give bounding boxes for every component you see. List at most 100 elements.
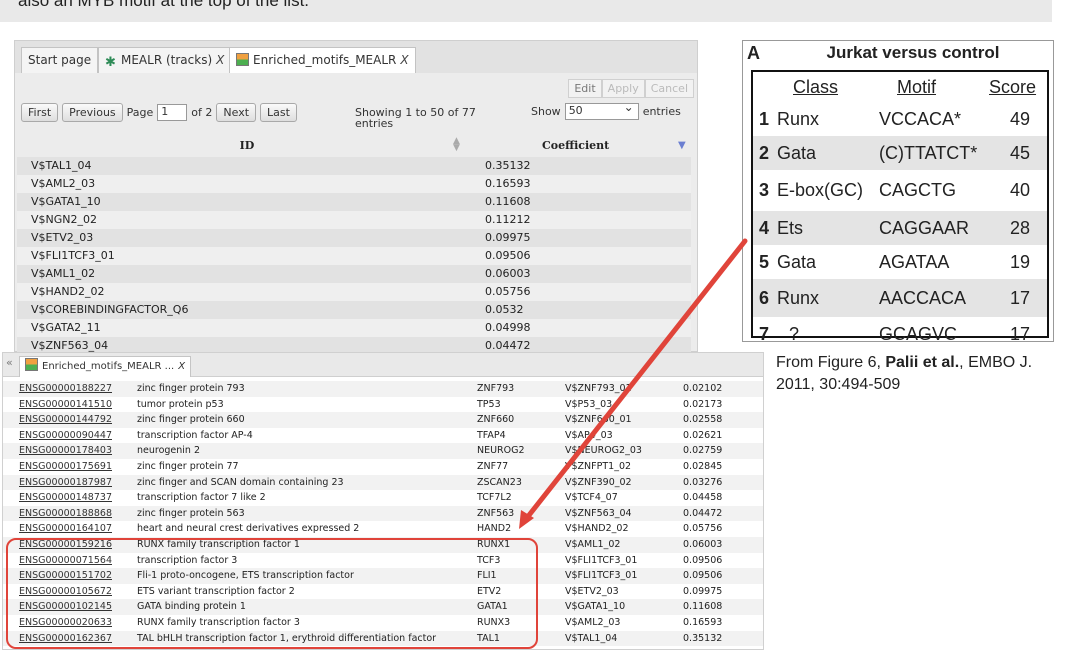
- cell-motif: V$ZNF563_04: [565, 507, 632, 519]
- ensembl-link[interactable]: ENSG00000187987: [3, 475, 137, 491]
- cell-motif: V$ZNF660_01: [565, 414, 632, 426]
- table-row[interactable]: V$NGN2_02 0.11212: [17, 211, 691, 229]
- cell-gene: ZSCAN23: [477, 476, 522, 488]
- row-number: 5: [759, 252, 770, 272]
- cell-id: V$AML1_02: [17, 265, 477, 283]
- citation: From Figure 6, Palii et al., EMBO J. 201…: [776, 352, 1066, 396]
- table-row[interactable]: ENSG00000144792 zinc finger protein 660 ZN…: [3, 412, 763, 428]
- table-row[interactable]: V$FLI1TCF3_01 0.09506: [17, 247, 691, 265]
- row-motif: (C)TTATCT*: [879, 143, 978, 163]
- entries-per-page: Show 50 entries: [531, 100, 681, 120]
- cell-motif: V$ZNF793_01: [565, 383, 632, 394]
- lower-tabbar: « Enriched_motifs_MEALR ... X: [3, 353, 763, 377]
- cell-id: V$AML2_03: [17, 175, 477, 193]
- table-row[interactable]: V$GATA2_11 0.04998: [17, 319, 691, 337]
- ensembl-link[interactable]: ENSG00000090447: [3, 428, 137, 444]
- row-score: 19: [1010, 252, 1031, 272]
- tab-enriched-motifs[interactable]: Enriched_motifs_MEALR X: [229, 47, 416, 73]
- ensembl-link[interactable]: ENSG00000148737: [3, 490, 137, 506]
- row-class: Gata: [777, 252, 817, 272]
- cell-gene: HAND2: [477, 523, 512, 535]
- cell-id: V$HAND2_02: [17, 283, 477, 301]
- spreadsheet-icon: [236, 53, 249, 66]
- tab-label: MEALR (tracks): [121, 53, 213, 67]
- cell-description: zinc finger protein 793: [137, 383, 245, 394]
- cell-coefficient: 0.16593: [683, 616, 723, 628]
- tab-start-page[interactable]: Start page: [21, 47, 99, 73]
- cell-coefficient: 0.09975: [477, 229, 691, 247]
- row-class: ?: [789, 324, 800, 344]
- next-page-button[interactable]: Next: [216, 103, 257, 122]
- table-row[interactable]: V$GATA1_10 0.11608: [17, 193, 691, 211]
- header-class: Class: [793, 77, 839, 97]
- table-row[interactable]: ENSG00000164107 heart and neural crest de…: [3, 521, 763, 537]
- page-of-label: of 2: [191, 106, 213, 119]
- cell-coefficient: 0.11608: [477, 193, 691, 211]
- cell-coefficient: 0.05756: [683, 523, 723, 535]
- table-row[interactable]: V$COREBINDINGFACTOR_Q6 0.0532: [17, 301, 691, 319]
- table-row[interactable]: V$AML2_03 0.16593: [17, 175, 691, 193]
- cell-coefficient: 0.16593: [477, 175, 691, 193]
- cell-coefficient: 0.09506: [683, 554, 723, 566]
- cell-coefficient: 0.04472: [683, 507, 723, 519]
- table-row[interactable]: V$HAND2_02 0.05756: [17, 283, 691, 301]
- last-page-button[interactable]: Last: [260, 103, 297, 122]
- ensembl-link[interactable]: ENSG00000141510: [3, 397, 137, 413]
- ensembl-link[interactable]: ENSG00000178403: [3, 443, 137, 459]
- page-number-input[interactable]: 1: [157, 104, 188, 121]
- table-row[interactable]: V$ETV2_03 0.09975: [17, 229, 691, 247]
- table-row[interactable]: ENSG00000187987 zinc finger and SCAN doma…: [3, 474, 763, 491]
- table-row[interactable]: ENSG00000090447 transcription factor AP-4…: [3, 427, 763, 444]
- table-row[interactable]: V$TAL1_04 0.35132: [17, 157, 691, 175]
- tab-close-icon[interactable]: X: [178, 361, 185, 372]
- row-class: Runx: [777, 109, 820, 129]
- cell-motif: V$TAL1_04: [565, 632, 618, 644]
- ensembl-link[interactable]: ENSG00000164107: [3, 521, 137, 537]
- apply-button[interactable]: Apply: [601, 79, 645, 98]
- previous-page-button[interactable]: Previous: [62, 103, 123, 122]
- ensembl-link[interactable]: ENSG00000175691: [3, 459, 137, 475]
- figure-row: 3 E-box(GC) CAGCTG 40: [753, 170, 1047, 211]
- ensembl-link[interactable]: ENSG00000188868: [3, 506, 137, 522]
- sort-desc-icon[interactable]: ▼: [678, 140, 686, 151]
- table-row[interactable]: ENSG00000188868 zinc finger protein 563 ZN…: [3, 505, 763, 522]
- row-motif: CAGCTG: [879, 180, 957, 200]
- tab-mealr-tracks[interactable]: ✱ MEALR (tracks) X: [98, 47, 232, 73]
- tab-close-icon[interactable]: X: [216, 53, 224, 67]
- collapse-chevron-icon[interactable]: «: [6, 356, 13, 369]
- cell-gene: ZNF660: [477, 414, 515, 426]
- figure-row: 1 Runx VCCACA* 49: [753, 102, 1047, 136]
- row-number: 3: [759, 180, 770, 200]
- cell-coefficient: 0.09506: [683, 570, 723, 582]
- column-header-id[interactable]: ID: [17, 139, 477, 152]
- table-row[interactable]: V$AML1_02 0.06003: [17, 265, 691, 283]
- ensembl-link[interactable]: ENSG00000144792: [3, 412, 137, 428]
- table-row[interactable]: ENSG00000175691 zinc finger protein 77 ZNF…: [3, 458, 763, 475]
- column-header-coefficient[interactable]: Coefficient: [477, 139, 677, 152]
- cell-motif: V$P53_03: [565, 398, 613, 410]
- figure-panel: A Jurkat versus control Class Motif Scor…: [742, 40, 1054, 344]
- figure-row: 5 Gata AGATAA 19: [753, 245, 1047, 279]
- entries-select[interactable]: 50: [564, 100, 639, 120]
- tab-enriched-motifs-genes[interactable]: Enriched_motifs_MEALR ... X: [19, 356, 192, 377]
- table-row[interactable]: ENSG00000178403 neurogenin 2 NEUROG2 V$NEUR…: [3, 443, 763, 459]
- edit-button[interactable]: Edit: [568, 79, 602, 98]
- cancel-button[interactable]: Cancel: [644, 79, 694, 98]
- cell-coefficient: 0.02621: [683, 429, 723, 441]
- table-row[interactable]: ENSG00000188227 zinc finger protein 793 ZN…: [3, 381, 763, 397]
- row-class: Ets: [777, 218, 804, 238]
- cell-coefficient: 0.09975: [683, 585, 723, 597]
- table-row[interactable]: ENSG00000148737 transcription factor 7 li…: [3, 490, 763, 506]
- sort-both-icon[interactable]: ▲ ▼: [453, 137, 460, 153]
- ensembl-link[interactable]: ENSG00000188227: [3, 381, 137, 397]
- table-row[interactable]: ENSG00000141510 tumor protein p53 TP53 V$P5…: [3, 396, 763, 413]
- cell-motif: V$AML2_03: [565, 616, 621, 628]
- document-tabbar: Start page ✱ MEALR (tracks) X Enriched_mot…: [15, 41, 697, 73]
- first-page-button[interactable]: First: [21, 103, 59, 122]
- cell-motif: V$TCF4_07: [565, 492, 618, 504]
- row-score: 17: [1010, 288, 1031, 308]
- tab-close-icon[interactable]: X: [400, 53, 408, 67]
- cell-gene: TCF7L2: [477, 492, 512, 504]
- cell-coefficient: 0.06003: [477, 265, 691, 283]
- row-motif: GCAGVC: [879, 324, 958, 344]
